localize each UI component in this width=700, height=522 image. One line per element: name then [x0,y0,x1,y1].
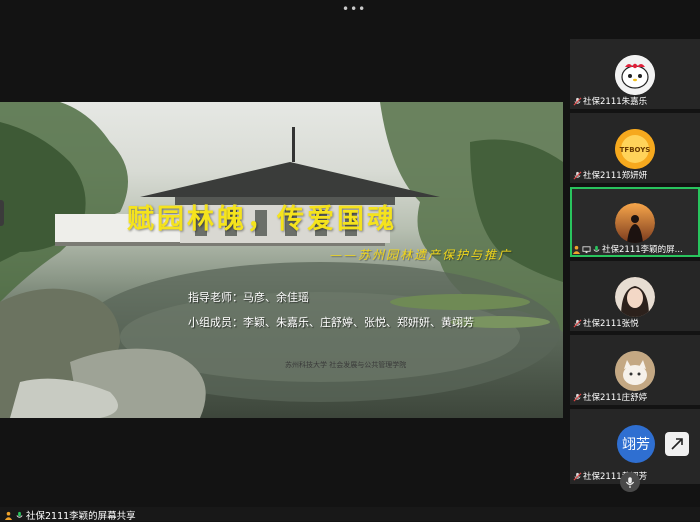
screen-share-label: 社保2111李颖的屏幕共享 [4,508,136,522]
participant-name: 社保2111庄舒婷 [573,391,647,403]
participant-name: 社保2111朱嘉乐 [573,95,647,107]
letter-avatar: 翊芳 [617,425,655,463]
participant-name: 社保2111张悦 [573,317,639,329]
participant-tile[interactable]: 社保2111朱嘉乐 [570,39,700,109]
sunset-silhouette-avatar [615,203,655,243]
girl-photo-avatar [615,277,655,317]
cat-photo-avatar [615,351,655,391]
mic-muted-icon [573,472,582,480]
participant-tile[interactable]: 社保2111张悦 [570,261,700,331]
user-icon [572,245,581,254]
participant-tile[interactable]: TFBOYS 社保2111郑妍妍 [570,113,700,183]
mic-icon [593,245,600,252]
more-options-icon[interactable]: ••• [342,2,366,16]
collapse-handle[interactable] [0,200,4,226]
popout-button[interactable] [665,432,689,456]
participant-panel: 社保2111朱嘉乐 TFBOYS 社保2111郑妍妍 社保2111李颖的屏...… [570,39,700,489]
slide-school: 苏州科技大学 社会发展与公共管理学院 [285,361,407,369]
shared-slide: 赋园林魄，传爱国魂 ——苏州园林遗产保护与推广 指导老师：马彦、余佳瑶 小组成员… [0,102,563,418]
mic-muted-icon [573,97,582,105]
mic-muted-icon [573,393,582,401]
floating-mic-button[interactable] [620,472,640,492]
orange-badge-avatar: TFBOYS [615,129,655,169]
mic-icon [625,477,635,488]
mic-icon [16,511,23,518]
badge-text: TFBOYS [620,146,651,154]
popout-icon [671,438,683,450]
participant-tile[interactable]: 社保2111庄舒婷 [570,335,700,405]
slide-advisor: 指导老师：马彦、余佳瑶 [188,291,309,304]
slide-title: 赋园林魄，传爱国魂 [127,204,397,235]
screen-share-icon [582,245,591,253]
participant-name: 社保2111郑妍妍 [573,169,647,181]
cartoon-avatar [615,55,655,95]
slide-subtitle: ——苏州园林遗产保护与推广 [330,248,513,262]
mic-muted-icon [573,319,582,327]
user-icon [4,511,13,520]
mic-muted-icon [573,171,582,179]
slide-members: 小组成员：李颖、朱嘉乐、庄舒婷、张悦、郑妍妍、黄翊芳 [188,316,474,329]
bottom-status-bar: 社保2111李颖的屏幕共享 [0,507,700,522]
participant-name: 社保2111李颖的屏... [572,243,683,255]
participant-tile-active[interactable]: 社保2111李颖的屏... [570,187,700,257]
